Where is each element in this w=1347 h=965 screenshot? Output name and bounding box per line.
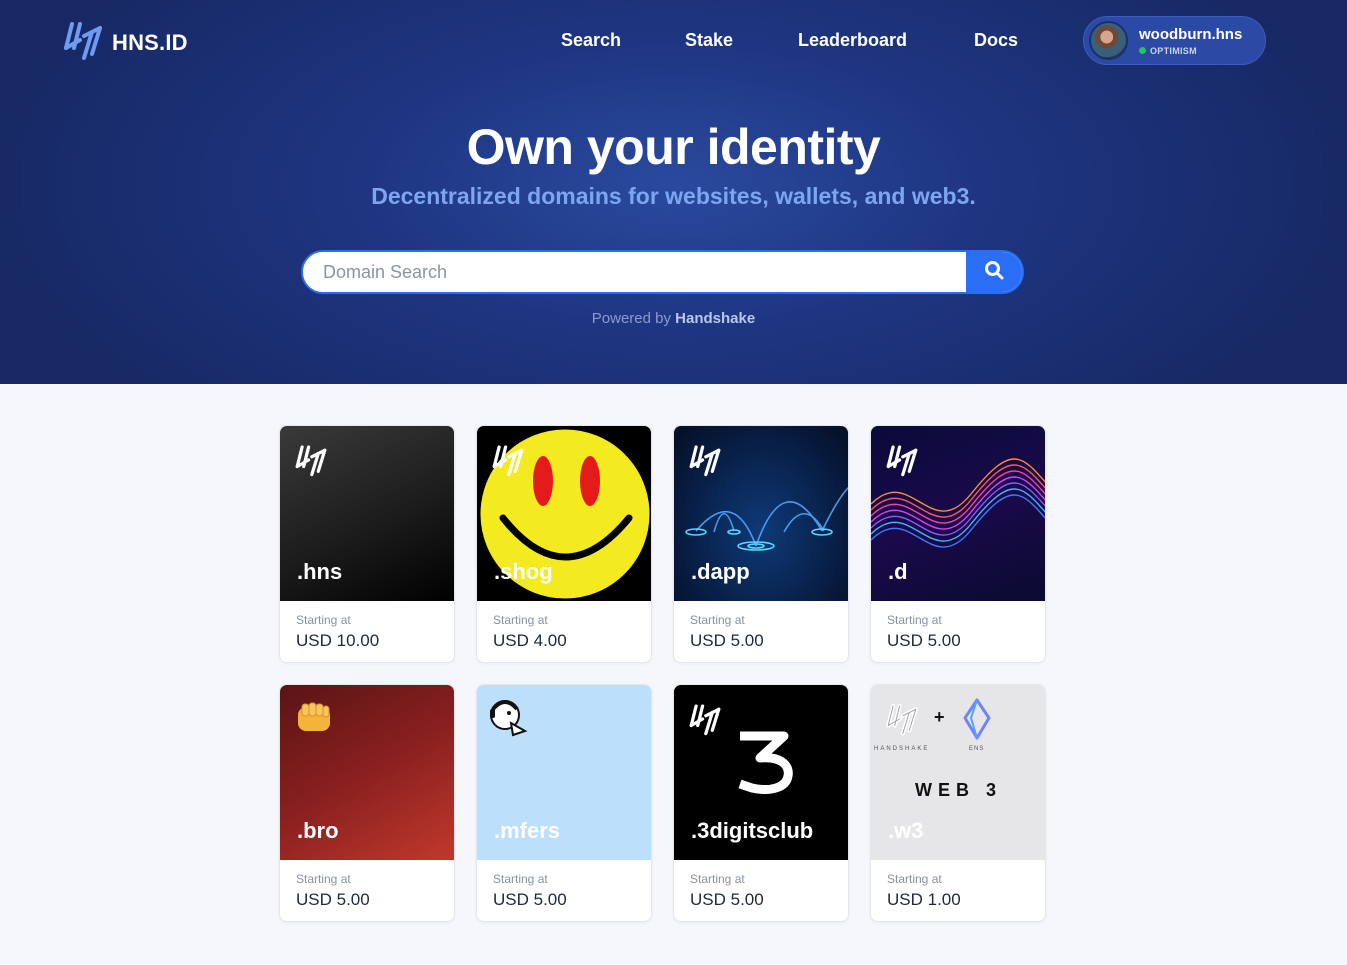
network-badge: OPTIMISM bbox=[1139, 46, 1242, 56]
tld-grid: .hns Starting at USD 10.00 .shog Startin… bbox=[279, 425, 1046, 925]
tld-label: .w3 bbox=[888, 818, 924, 843]
mfer-head-icon bbox=[487, 695, 529, 742]
user-account-button[interactable]: woodburn.hns OPTIMISM bbox=[1083, 16, 1266, 65]
tld-card-d[interactable]: .d Starting at USD 5.00 bbox=[870, 425, 1046, 663]
tld-label: .shog bbox=[494, 559, 553, 584]
hero-subtitle: Decentralized domains for websites, wall… bbox=[371, 183, 976, 209]
powered-brand-link[interactable]: Handshake bbox=[675, 310, 755, 327]
network-label: OPTIMISM bbox=[1150, 45, 1197, 56]
card-image: .shog bbox=[477, 426, 651, 601]
hero-section: HNS.ID Search Stake Leaderboard Docs woo… bbox=[0, 0, 1347, 384]
card-image: .mfers bbox=[477, 685, 651, 860]
tld-card-dapp[interactable]: .dapp Starting at USD 5.00 bbox=[673, 425, 849, 663]
nav-docs[interactable]: Docs bbox=[974, 30, 1018, 51]
tld-card-mfers[interactable]: .mfers Starting at USD 5.00 bbox=[476, 684, 652, 922]
starting-label: Starting at bbox=[296, 613, 351, 627]
brand-name: HNS.ID bbox=[112, 29, 188, 55]
tld-label: .3digitsclub bbox=[691, 818, 814, 843]
card-image: .3digitsclub bbox=[674, 685, 848, 860]
card-image: .bro bbox=[280, 685, 454, 860]
starting-label: Starting at bbox=[296, 872, 351, 886]
nav-leaderboard[interactable]: Leaderboard bbox=[798, 30, 907, 51]
ens-caption: ENS bbox=[969, 746, 985, 752]
starting-label: Starting at bbox=[887, 872, 942, 886]
price: USD 5.00 bbox=[690, 631, 764, 650]
domain-search-bar bbox=[301, 250, 1024, 294]
tld-label: .d bbox=[888, 559, 908, 584]
price: USD 5.00 bbox=[493, 890, 567, 909]
user-name: woodburn.hns bbox=[1139, 25, 1243, 43]
powered-prefix: Powered by bbox=[591, 310, 671, 327]
card-image: .hns bbox=[280, 426, 454, 601]
price: USD 5.00 bbox=[296, 890, 370, 909]
starting-label: Starting at bbox=[887, 613, 942, 627]
tld-label: .bro bbox=[297, 818, 339, 843]
search-icon bbox=[984, 260, 1004, 285]
nav-search[interactable]: Search bbox=[561, 30, 621, 51]
handshake-logo-icon bbox=[885, 701, 919, 742]
price: USD 1.00 bbox=[887, 890, 961, 909]
status-dot-icon bbox=[1139, 47, 1146, 54]
tld-card-w3[interactable]: + HANDSHAKE ENS WEB 3 .w3 Starting at US… bbox=[870, 684, 1046, 922]
tld-card-bro[interactable]: .bro Starting at USD 5.00 bbox=[279, 684, 455, 922]
tld-card-3digitsclub[interactable]: .3digitsclub Starting at USD 5.00 bbox=[673, 684, 849, 922]
hero-title: Own your identity bbox=[466, 119, 881, 175]
brand-logo[interactable]: HNS.ID bbox=[62, 18, 188, 67]
powered-by: Powered by Handshake bbox=[0, 310, 1347, 327]
starting-label: Starting at bbox=[493, 872, 548, 886]
plus-sign: + bbox=[934, 707, 945, 727]
web3-title: WEB 3 bbox=[915, 780, 1003, 800]
handshake-caption: HANDSHAKE bbox=[874, 746, 930, 752]
hns-logo-icon bbox=[62, 18, 104, 67]
hns-logo-icon bbox=[885, 442, 919, 483]
hns-logo-icon bbox=[688, 442, 722, 483]
tld-label: .hns bbox=[297, 559, 343, 584]
tld-label: .dapp bbox=[691, 559, 750, 584]
nav-stake[interactable]: Stake bbox=[685, 30, 733, 51]
card-image: .dapp bbox=[674, 426, 848, 601]
search-input[interactable] bbox=[303, 252, 966, 292]
fist-icon bbox=[294, 701, 334, 740]
price: USD 4.00 bbox=[493, 631, 567, 650]
card-image: + HANDSHAKE ENS WEB 3 .w3 bbox=[871, 685, 1045, 860]
starting-label: Starting at bbox=[690, 872, 745, 886]
tld-card-hns[interactable]: .hns Starting at USD 10.00 bbox=[279, 425, 455, 663]
hns-logo-icon bbox=[491, 442, 525, 483]
ens-logo-icon bbox=[957, 698, 997, 745]
starting-label: Starting at bbox=[493, 613, 548, 627]
hns-logo-icon bbox=[688, 701, 722, 742]
price: USD 5.00 bbox=[690, 890, 764, 909]
tld-card-shog[interactable]: .shog Starting at USD 4.00 bbox=[476, 425, 652, 663]
tld-label: .mfers bbox=[494, 818, 561, 843]
card-image: .d bbox=[871, 426, 1045, 601]
avatar bbox=[1089, 21, 1128, 60]
hns-logo-icon bbox=[294, 442, 328, 483]
price: USD 5.00 bbox=[887, 631, 961, 650]
search-button[interactable] bbox=[966, 252, 1022, 292]
price: USD 10.00 bbox=[296, 631, 380, 650]
three-digit-logo-icon bbox=[734, 730, 794, 799]
starting-label: Starting at bbox=[690, 613, 745, 627]
